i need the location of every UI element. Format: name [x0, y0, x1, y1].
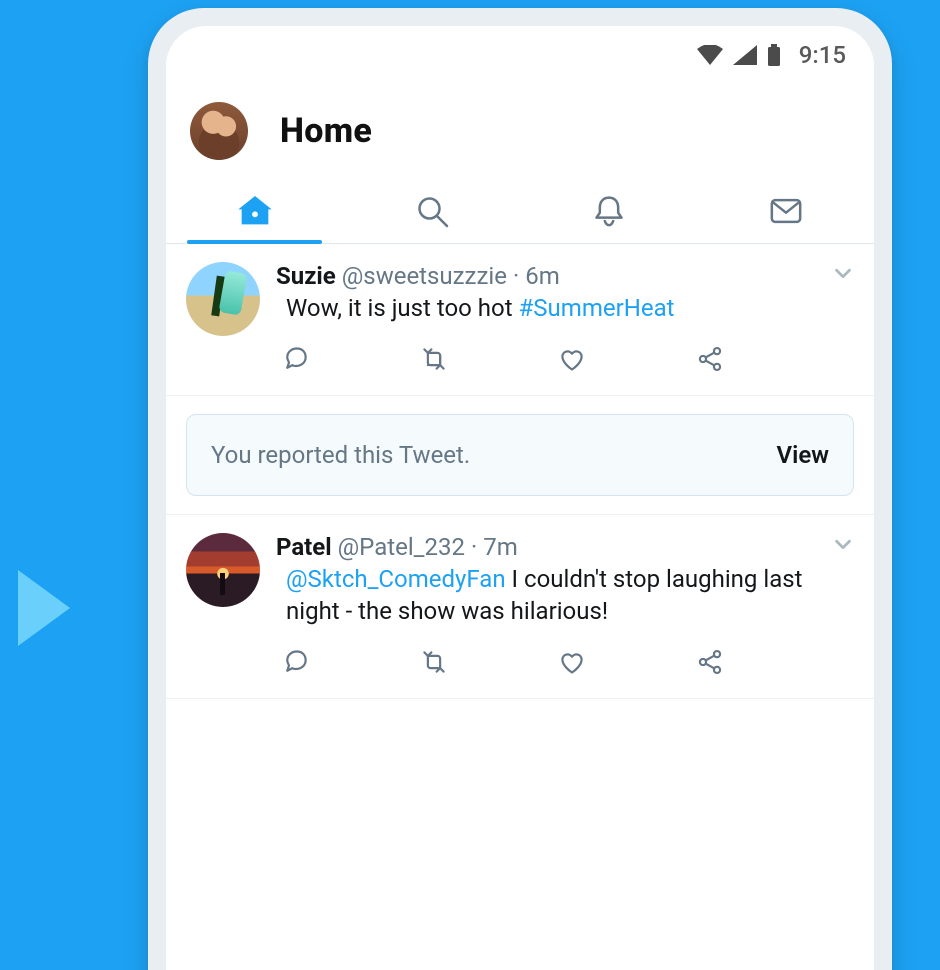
user-avatar[interactable]	[186, 533, 260, 607]
hashtag-link[interactable]: #SummerHeat	[519, 294, 675, 322]
status-bar: 9:15	[166, 26, 874, 84]
tweet-menu-button[interactable]	[832, 262, 854, 288]
tab-search[interactable]	[343, 178, 520, 243]
tweet-time: 7m	[483, 533, 518, 561]
tweet-text: Wow, it is just too hot	[286, 294, 519, 322]
callout-arrow	[18, 570, 70, 646]
profile-avatar[interactable]	[190, 102, 248, 160]
separator-dot: ·	[471, 533, 477, 561]
tab-notifications[interactable]	[520, 178, 697, 243]
reported-section: You reported this Tweet. View	[166, 396, 874, 515]
tweet-body: Wow, it is just too hot #SummerHeat	[276, 292, 854, 325]
tab-home[interactable]	[166, 178, 343, 243]
tweet-menu-button[interactable]	[832, 533, 854, 559]
like-icon[interactable]	[558, 648, 586, 680]
tweet-body: @Sktch_ComedyFan I couldn't stop laughin…	[276, 563, 854, 628]
screen: 9:15 Home Suzi	[166, 26, 874, 970]
clock-text: 9:15	[799, 41, 846, 69]
reported-notice: You reported this Tweet. View	[186, 414, 854, 496]
tweet-author-name[interactable]: Patel	[276, 533, 332, 561]
tweet-time: 6m	[525, 262, 560, 290]
tweet-author-handle[interactable]: @sweetsuzzzie	[342, 262, 507, 290]
tweet-actions	[276, 331, 854, 383]
tab-bar	[166, 178, 874, 244]
reply-icon[interactable]	[282, 648, 310, 680]
tweet-header: Suzie @sweetsuzzzie · 6m	[276, 262, 854, 290]
cellular-icon	[733, 45, 757, 65]
page-title: Home	[280, 111, 372, 151]
tweet-author-name[interactable]: Suzie	[276, 262, 336, 290]
tweet[interactable]: Suzie @sweetsuzzzie · 6m Wow, it is just…	[166, 244, 874, 396]
like-icon[interactable]	[558, 345, 586, 377]
view-button[interactable]: View	[777, 441, 829, 469]
separator-dot: ·	[513, 262, 519, 290]
tweet-actions	[276, 634, 854, 686]
app-header: Home	[166, 84, 874, 178]
share-icon[interactable]	[696, 345, 724, 377]
tweet-header: Patel @Patel_232 · 7m	[276, 533, 854, 561]
user-avatar[interactable]	[186, 262, 260, 336]
wifi-icon	[697, 45, 723, 65]
share-icon[interactable]	[696, 648, 724, 680]
reported-text: You reported this Tweet.	[211, 441, 470, 469]
phone-frame: 9:15 Home Suzi	[148, 8, 892, 970]
retweet-icon[interactable]	[420, 345, 448, 377]
retweet-icon[interactable]	[420, 648, 448, 680]
mention-link[interactable]: @Sktch_ComedyFan	[286, 565, 506, 593]
reply-icon[interactable]	[282, 345, 310, 377]
tweet-author-handle[interactable]: @Patel_232	[338, 533, 465, 561]
tweet[interactable]: Patel @Patel_232 · 7m @Sktch_ComedyFan I…	[166, 515, 874, 699]
tab-messages[interactable]	[697, 178, 874, 243]
battery-icon	[767, 44, 781, 66]
